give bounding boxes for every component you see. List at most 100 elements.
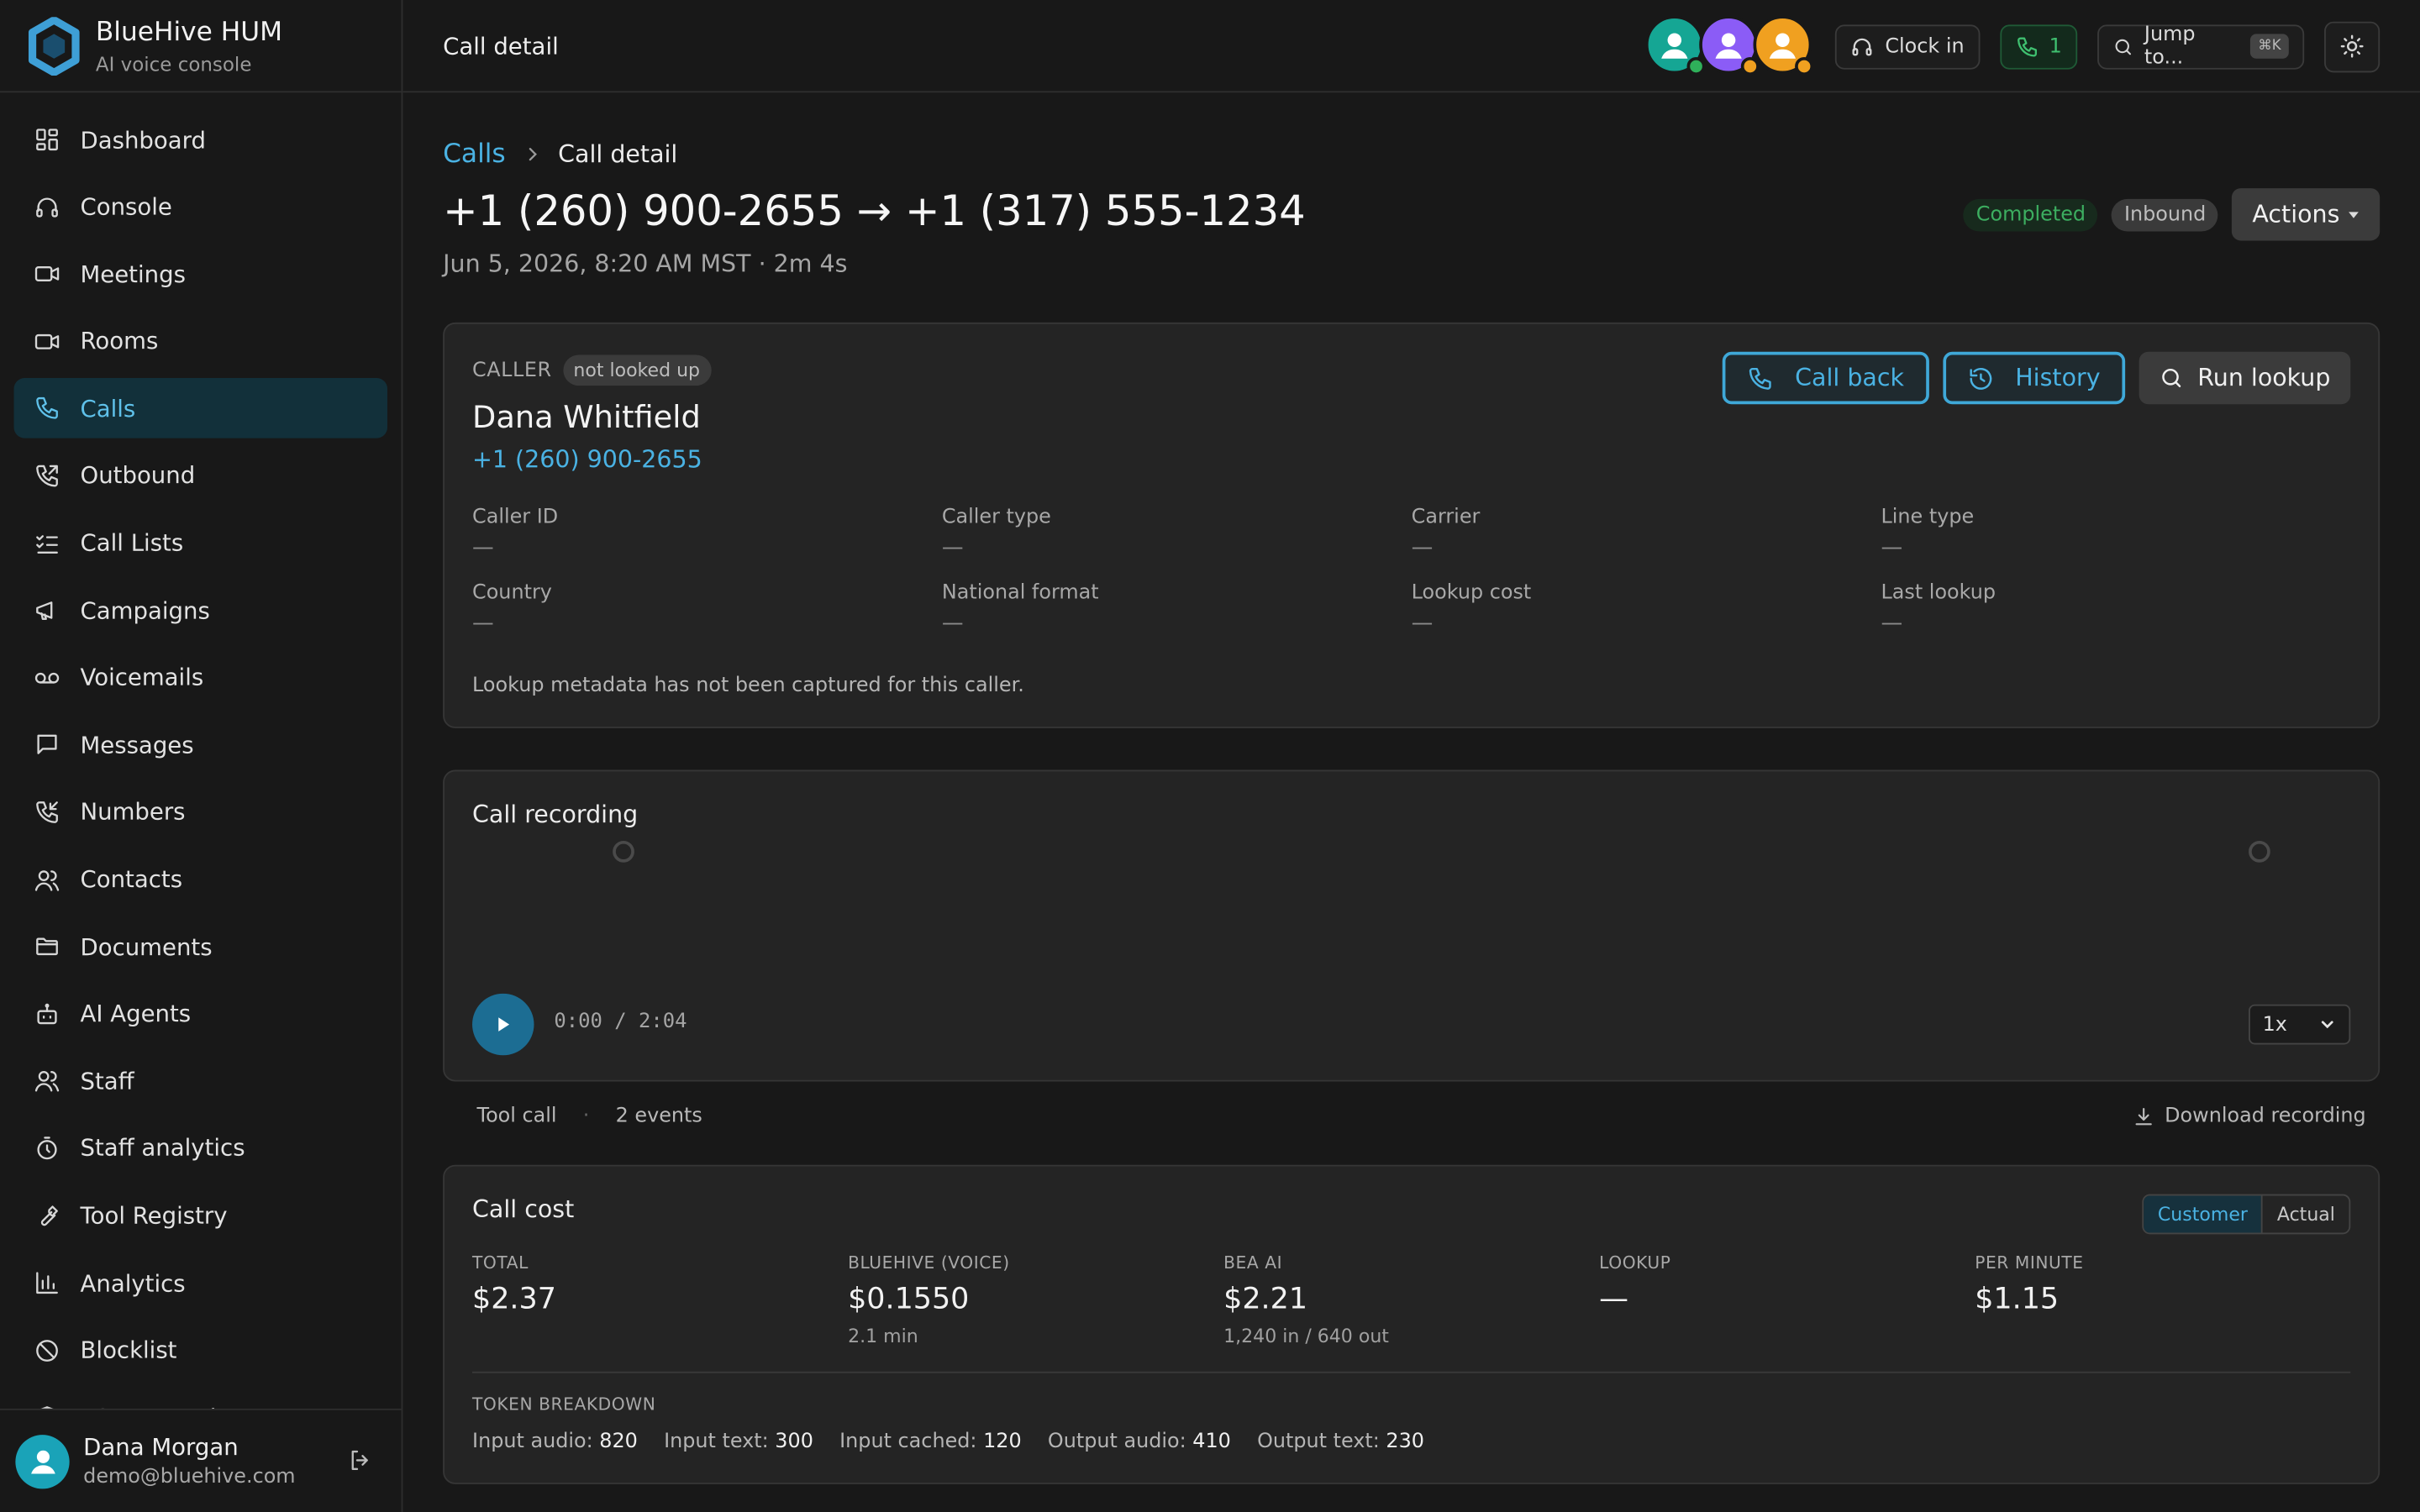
avatar[interactable] [15, 1434, 70, 1488]
actions-button[interactable]: Actions [2232, 188, 2381, 241]
history-icon [1970, 367, 1991, 389]
app-name: BlueHive HUM [95, 16, 283, 48]
field-value: — [1881, 611, 1903, 636]
avatar[interactable] [1645, 15, 1707, 76]
user-name: Dana Morgan [83, 1433, 239, 1462]
download-recording-link[interactable]: Download recording [2133, 1105, 2366, 1128]
sidebar-item-label: Voicemails [80, 664, 204, 692]
search-placeholder: Jump to... [2144, 23, 2196, 70]
wrench-icon [40, 1205, 58, 1226]
toggle-customer[interactable]: Customer [2144, 1195, 2262, 1233]
presence-avatars [1645, 14, 1816, 79]
recording-card: Call recording 0:00 / 2:04 1x [443, 769, 2381, 1082]
token-value: 410 [1192, 1430, 1231, 1454]
caller-field: Carrier — [1412, 506, 1881, 559]
sidebar-item-outbound[interactable]: Outbound [14, 446, 387, 507]
run-lookup-button[interactable]: Run lookup [2139, 351, 2351, 405]
sidebar-item-label: Console [80, 192, 172, 221]
sidebar-item-messages[interactable]: Messages [14, 715, 387, 775]
sidebar-item-tool-registry[interactable]: Tool Registry [14, 1186, 387, 1247]
sidebar-item-label: Documents [80, 932, 213, 961]
sidebar-item-voicemails[interactable]: Voicemails [14, 648, 387, 708]
sidebar-item-a2p-brand[interactable]: A2P / Brand [14, 1388, 387, 1409]
waveform-end-handle[interactable] [2249, 841, 2270, 863]
field-value: — [472, 535, 494, 560]
caller-phone-link[interactable]: +1 (260) 900-2655 [472, 446, 702, 474]
cost-label: LOOKUP [1599, 1252, 1671, 1273]
breadcrumb-calls-link[interactable]: Calls [443, 139, 506, 170]
field-label: Lookup cost [1411, 581, 1532, 605]
breadcrumb: Calls Call detail [443, 139, 677, 170]
avatar[interactable] [1699, 15, 1760, 76]
sidebar-item-label: Dashboard [80, 125, 206, 154]
sidebar-item-staff[interactable]: Staff [14, 1051, 387, 1111]
sidebar-item-label: Messages [80, 731, 194, 759]
download-icon [2134, 1107, 2152, 1125]
theme-toggle-button[interactable] [2324, 20, 2381, 72]
call-title: +1 (260) 900-2655 → +1 (317) 555-1234 [443, 188, 1306, 237]
waveform-start-handle[interactable] [613, 841, 634, 863]
clock-in-button[interactable]: Clock in [1835, 24, 1980, 69]
user-panel: Dana Morgan demo@bluehive.com [0, 1408, 402, 1512]
search-icon [2162, 368, 2181, 388]
sidebar-nav: Dashboard Console Meetings Rooms Calls Outbou… [0, 92, 402, 1409]
logout-button[interactable] [347, 1447, 373, 1473]
caller-name: Dana Whitfield [472, 397, 701, 435]
phone-icon [1749, 367, 1771, 389]
sidebar-item-numbers[interactable]: Numbers [14, 782, 387, 843]
sidebar-item-campaigns[interactable]: Campaigns [14, 580, 387, 641]
playback-speed-select[interactable]: 1x [2249, 1004, 2351, 1045]
token-label: Output text: [1257, 1430, 1380, 1454]
token-label: Input audio: [472, 1430, 593, 1454]
call-subtitle: Jun 5, 2026, 8:20 AM MST · 2m 4s [443, 249, 848, 278]
sidebar-item-dashboard[interactable]: Dashboard [14, 109, 387, 170]
sidebar-item-label: Tool Registry [80, 1201, 228, 1230]
toggle-actual[interactable]: Actual [2261, 1195, 2349, 1233]
main: Call detail Clock in 1 Jump to... ⌘K Cal… [402, 0, 2420, 1512]
sidebar-item-meetings[interactable]: Meetings [14, 244, 387, 305]
meta-events: 2 events [615, 1105, 702, 1128]
bluehive-logo-icon [28, 16, 80, 76]
sun-icon [2340, 34, 2364, 58]
sidebar-item-documents[interactable]: Documents [14, 916, 387, 977]
token-breakdown: Input audio: 820 Input text: 300 Input cac… [472, 1431, 1424, 1454]
sidebar-item-rooms[interactable]: Rooms [14, 312, 387, 372]
cost-label: BEA AI [1223, 1252, 1283, 1273]
app-tagline: AI voice console [95, 51, 252, 76]
search-input[interactable]: Jump to... ⌘K [2097, 23, 2305, 70]
avatar[interactable] [1754, 15, 1814, 76]
call-cost-title: Call cost [472, 1195, 575, 1224]
play-button[interactable] [472, 993, 534, 1056]
chevron-down-icon [2321, 1021, 2333, 1029]
sidebar-item-contacts[interactable]: Contacts [14, 849, 387, 910]
call-back-button[interactable]: Call back [1722, 351, 1929, 405]
sidebar-item-staff-analytics[interactable]: Staff analytics [14, 1118, 387, 1179]
playback-time: 0:00 / 2:04 [554, 1011, 687, 1034]
sidebar-item-call-lists[interactable]: Call Lists [14, 513, 387, 574]
lookup-status-tag: not looked up [562, 354, 711, 386]
cost-detail: 1,240 in / 640 out [1223, 1325, 1389, 1347]
cost-detail: 2.1 min [848, 1325, 918, 1347]
phone-outgoing-icon [36, 465, 58, 487]
phone-incoming-icon [36, 801, 58, 823]
sidebar-item-blocklist[interactable]: Blocklist [14, 1320, 387, 1381]
sidebar-item-console[interactable]: Console [14, 176, 387, 237]
breadcrumb-current: Call detail [558, 140, 678, 169]
active-calls-badge[interactable]: 1 [1999, 24, 2078, 69]
field-value: — [1881, 535, 1903, 560]
caller-field: Line type — [1881, 506, 2350, 559]
caller-field: Country — [472, 581, 942, 635]
field-value: — [1411, 611, 1434, 636]
field-label: Caller type [941, 506, 1051, 529]
sidebar-item-analytics[interactable]: Analytics [14, 1253, 387, 1314]
cost-value: $0.1550 [848, 1282, 970, 1316]
sidebar-item-label: Campaigns [80, 596, 210, 625]
token-item: Output audio: 410 [1048, 1431, 1231, 1454]
brand[interactable]: BlueHive HUM AI voice console [0, 0, 402, 93]
playback-speed-value: 1x [2262, 1012, 2287, 1037]
sidebar-item-calls[interactable]: Calls [13, 378, 388, 439]
caller-card: CALLER not looked up Dana Whitfield +1 (… [443, 322, 2381, 728]
history-button[interactable]: History [1942, 351, 2125, 405]
sidebar-item-ai-agents[interactable]: AI Agents [14, 984, 387, 1044]
token-item: Output text: 230 [1257, 1431, 1424, 1454]
